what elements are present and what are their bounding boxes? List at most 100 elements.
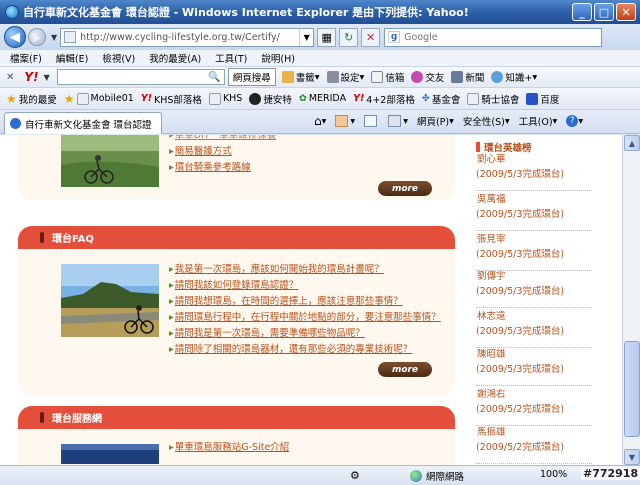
url-dropdown-icon[interactable]: ▼ (299, 28, 313, 46)
address-bar: ◀ ▶ ▼ ▼ ▦ ↻ ✕ g (0, 24, 640, 50)
window-title-bar: 自行車新文化基金會 環台認證 - Windows Internet Explor… (0, 0, 640, 24)
menu-tools[interactable]: 工具(T) (215, 51, 247, 65)
fav-giant[interactable]: 捷安特 (249, 92, 292, 106)
tab-bar: 自行車新文化基金會 環台認證 ⌂ ▾ ▾ ▾ 網頁(P) ▾ 安全性(S) ▾ 工具(… (0, 110, 640, 134)
link-route-reference[interactable]: 環台騎乘參考路線 (169, 160, 276, 176)
fav-khs[interactable]: KHS (208, 92, 242, 105)
print-button[interactable]: ▾ (388, 115, 408, 127)
toolbar-dating[interactable]: 交友 (411, 70, 444, 84)
compatibility-icon[interactable]: ▦ (317, 27, 337, 47)
menu-view[interactable]: 檢視(V) (102, 51, 135, 65)
menu-help[interactable]: 說明(H) (261, 51, 295, 65)
link-bike-diy[interactable]: 單車DIY一單車維修保養 (169, 135, 276, 144)
service-title: 環台服務網 (52, 414, 102, 425)
hero-item: 謝鴻右 (2009/5/2完成環台) (476, 387, 592, 426)
link-first-aid[interactable]: 簡易醫護方式 (169, 144, 276, 160)
page-icon (64, 31, 77, 43)
faq-link-1[interactable]: 我是第一次環島，應該如何開始我的環島計畫呢？ (169, 262, 441, 278)
toolbar-bookmarks[interactable]: 書籤 ▾ (281, 70, 320, 84)
toolbar-news[interactable]: 新聞 (451, 70, 484, 84)
yahoo-menu-dropdown-icon[interactable]: ▼ (44, 73, 50, 82)
hero-item: 張見宰 (2009/5/3完成環台) (476, 232, 592, 271)
service-links: 單車環島服務站G-Site介紹 (169, 440, 290, 456)
toolbar-knowledge[interactable]: 知識+ ▾ (491, 70, 537, 84)
toolbar-settings[interactable]: 設定 ▾ (326, 70, 364, 84)
zoom-level[interactable]: 100% (540, 469, 567, 480)
menu-file[interactable]: 檔案(F) (10, 51, 42, 65)
url-input[interactable] (80, 31, 300, 43)
gsite-link[interactable]: 單車環島服務站G-Site介紹 (169, 440, 290, 456)
top-links: 單車DIY一單車維修保養 簡易醫護方式 環台騎乘參考路線 (169, 135, 276, 176)
yahoo-favicon-icon: Y! (353, 93, 365, 104)
faq-link-3[interactable]: 請問我想環島，在時間的選擇上，應該注意那些事情？ (169, 294, 441, 310)
history-dropdown-icon[interactable]: ▼ (51, 33, 57, 42)
home-button[interactable]: ⌂ ▾ (314, 114, 326, 128)
title-bar-icon (476, 142, 480, 152)
service-panel: 環台服務網 單車環島服務站G-Site介紹 (18, 406, 455, 465)
menu-edit[interactable]: 編輯(E) (56, 51, 88, 65)
forward-button[interactable]: ▶ (28, 28, 46, 46)
faq-more-button[interactable]: more (378, 362, 432, 377)
faq-header: 環台FAQ (18, 226, 455, 249)
faq-link-4[interactable]: 請問環島行程中，在行程中關於地點的部分，要注意那些事情？ (169, 310, 441, 326)
search-box[interactable]: g (384, 27, 603, 47)
scroll-thumb[interactable] (624, 341, 640, 437)
back-button[interactable]: ◀ (4, 26, 26, 48)
magnifier-icon: 🔍 (208, 71, 221, 83)
read-mail-button[interactable] (364, 115, 379, 127)
page-content: 單車DIY一單車維修保養 簡易醫護方式 環台騎乘參考路線 more 環台FAQ … (0, 135, 622, 465)
fav-foundation[interactable]: ✤ 基金會 (422, 92, 460, 106)
fav-mobile01[interactable]: ★ Mobile01 (64, 92, 134, 106)
refresh-button[interactable]: ↻ (339, 27, 359, 47)
tab-active[interactable]: 自行車新文化基金會 環台認證 (4, 112, 162, 134)
minimize-button[interactable]: _ (572, 3, 592, 21)
security-zone[interactable]: 網際網路 (410, 469, 464, 483)
print-icon (388, 115, 402, 127)
favorites-button[interactable]: ★ 我的最愛 (6, 92, 57, 106)
faq-links: 我是第一次環島，應該如何開始我的環島計畫呢？ 請問我該如何登錄環島認證？ 請問我… (169, 262, 441, 358)
vertical-scrollbar[interactable]: ▲ ▼ (622, 135, 640, 465)
yahoo-toolbar: ✕ Y! ▼ 🔍 網頁搜尋 書籤 ▾ 設定 ▾ 信箱 交友 新聞 知識+ ▾ (0, 67, 640, 88)
close-button[interactable]: ✕ (616, 3, 636, 21)
yahoo-logo[interactable]: Y! (24, 70, 38, 84)
privacy-icon[interactable]: ⚙ (350, 469, 360, 482)
site-favicon-icon (10, 118, 21, 129)
close-toolbar-icon[interactable]: ✕ (6, 72, 14, 83)
safety-menu[interactable]: 安全性(S) ▾ (463, 114, 510, 129)
page-icon (208, 92, 221, 105)
maximize-button[interactable]: □ (594, 3, 614, 21)
fav-baidu[interactable]: 百度 (526, 92, 559, 106)
yahoo-search-input[interactable]: 🔍 (56, 69, 225, 85)
menu-favorites[interactable]: 我的最愛(A) (149, 51, 201, 65)
help-button[interactable]: ? ▾ (566, 115, 583, 127)
scroll-up-icon[interactable]: ▲ (624, 135, 640, 151)
search-input[interactable] (404, 31, 602, 43)
fav-42-blog[interactable]: Y! 4+2部落格 (353, 92, 415, 106)
top-panel: 單車DIY一單車維修保養 簡易醫護方式 環台騎乘參考路線 more (18, 135, 455, 200)
toolbar-mail[interactable]: 信箱 (371, 70, 404, 84)
fav-khs-blog[interactable]: Y! KHS部落格 (141, 92, 202, 106)
tools-menu[interactable]: 工具(O) ▾ (519, 114, 558, 129)
yahoo-search-button[interactable]: 網頁搜尋 (227, 68, 276, 86)
more-button[interactable]: more (378, 181, 432, 196)
scroll-down-icon[interactable]: ▼ (624, 449, 640, 465)
settings-icon (326, 71, 339, 83)
fav-merida[interactable]: ✿ MERIDA (299, 93, 346, 104)
tab-label: 自行車新文化基金會 環台認證 (25, 119, 152, 131)
url-field[interactable]: ▼ (60, 27, 315, 47)
faq-link-2[interactable]: 請問我該如何登錄環島認證？ (169, 278, 441, 294)
rss-icon (335, 115, 349, 127)
stop-button[interactable]: ✕ (361, 27, 381, 47)
giant-icon (249, 92, 262, 105)
faq-link-6[interactable]: 請問除了相關的環島器材，還有那些必須的專業技術呢？ (169, 342, 441, 358)
command-bar: ⌂ ▾ ▾ ▾ 網頁(P) ▾ 安全性(S) ▾ 工具(O) ▾ ? ▾ (314, 114, 592, 128)
menu-bar: 檔案(F) 編輯(E) 檢視(V) 我的最愛(A) 工具(T) 說明(H) (0, 50, 640, 67)
fav-riders-assoc[interactable]: 騎士協會 (467, 92, 519, 106)
page-menu[interactable]: 網頁(P) ▾ (417, 114, 454, 129)
bookmark-icon (281, 71, 294, 83)
service-header: 環台服務網 (18, 406, 455, 429)
hero-item: 劉傳宇 (2009/5/3完成環台) (476, 269, 592, 308)
faq-link-5[interactable]: 請問我是第一次環島，需要準備哪些物品呢？ (169, 326, 441, 342)
feeds-button[interactable]: ▾ (335, 115, 355, 127)
globe-icon (410, 470, 422, 482)
